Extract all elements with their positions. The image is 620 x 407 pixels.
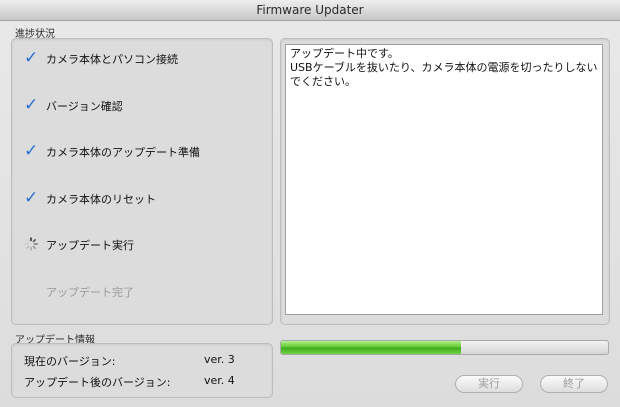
step-label: アップデート実行 — [46, 239, 134, 252]
finish-button[interactable]: 終了 — [540, 375, 608, 393]
after-version-value: ver. 4 — [204, 374, 235, 387]
step-reset: ✓ カメラ本体のリセット — [12, 188, 272, 208]
update-progress-bar — [280, 340, 609, 355]
checkmark-icon: ✓ — [24, 141, 39, 161]
firmware-updater-window: Firmware Updater 進捗状況 ✓ カメラ本体とパソコン接続 ✓ バ… — [0, 0, 620, 407]
step-version-check: ✓ バージョン確認 — [12, 95, 272, 115]
step-label: バージョン確認 — [46, 100, 123, 113]
current-version-label: 現在のバージョン: — [24, 355, 116, 368]
run-button[interactable]: 実行 — [455, 375, 523, 393]
step-label: アップデート完了 — [46, 286, 134, 299]
checkmark-icon: ✓ — [24, 48, 39, 68]
step-connect: ✓ カメラ本体とパソコン接続 — [12, 48, 272, 68]
message-text-area[interactable]: アップデート中です。 USBケーブルを抜いたり、カメラ本体の電源を切ったりしない… — [285, 44, 603, 315]
message-line-2: USBケーブルを抜いたり、カメラ本体の電源を切ったりしないでください。 — [290, 61, 598, 88]
step-complete: アップデート完了 — [12, 281, 272, 301]
after-version-label: アップデート後のバージョン: — [24, 376, 171, 389]
step-run-update: アップデート実行 — [12, 234, 272, 254]
checkmark-icon: ✓ — [24, 95, 39, 115]
step-label: カメラ本体のリセット — [46, 193, 156, 206]
current-version-value: ver. 3 — [204, 353, 235, 366]
steps-panel: ✓ カメラ本体とパソコン接続 ✓ バージョン確認 ✓ カメラ本体のアップデート準… — [11, 38, 273, 325]
checkmark-icon: ✓ — [24, 188, 39, 208]
update-info-panel: 現在のバージョン: ver. 3 アップデート後のバージョン: ver. 4 — [11, 343, 273, 398]
window-title: Firmware Updater — [256, 3, 364, 17]
step-prepare: ✓ カメラ本体のアップデート準備 — [12, 141, 272, 161]
message-line-1: アップデート中です。 — [290, 47, 399, 60]
spinner-icon — [24, 237, 38, 251]
step-label: カメラ本体とパソコン接続 — [46, 53, 178, 66]
progress-fill — [281, 341, 461, 354]
title-bar[interactable]: Firmware Updater — [0, 0, 620, 21]
step-label: カメラ本体のアップデート準備 — [46, 146, 200, 159]
